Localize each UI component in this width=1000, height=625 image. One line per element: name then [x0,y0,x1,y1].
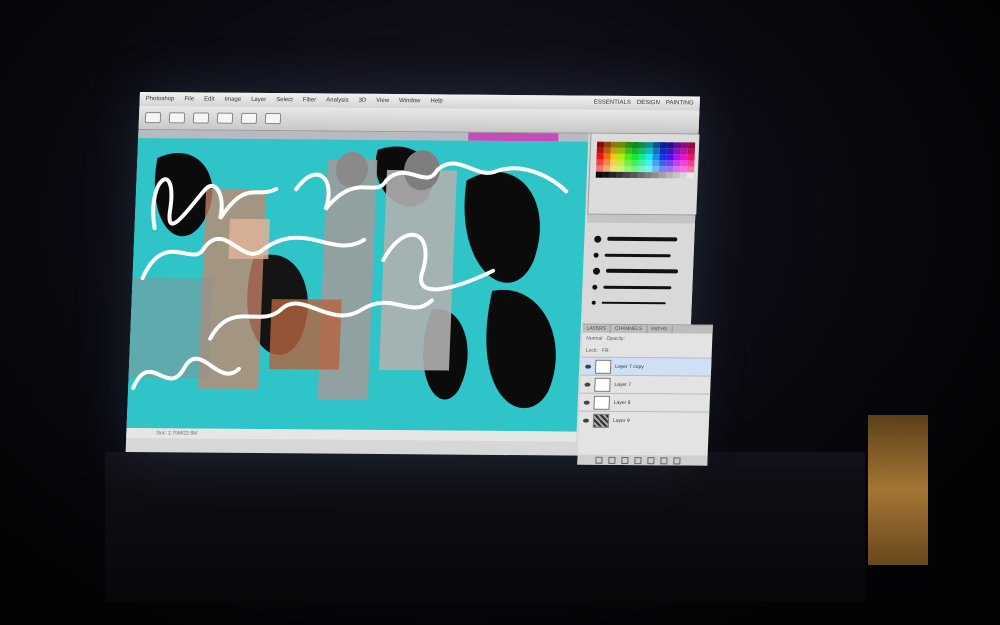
black-blob [486,289,556,409]
menu-view[interactable]: View [376,98,389,104]
document-canvas[interactable] [126,138,589,432]
layer-name: Layer 9 [612,417,630,424]
airbrush-toggle[interactable] [264,113,282,125]
layer-thumbnail [593,395,611,410]
eye-icon[interactable] [583,400,590,405]
adjustment-icon[interactable] [634,456,642,464]
opacity-label: Opacity: [606,335,626,342]
menu-layer[interactable]: Layer [251,97,266,103]
layer-row[interactable]: Layer 8 [579,392,711,412]
tab-layers[interactable]: LAYERS [582,324,612,333]
eye-icon[interactable] [584,382,591,387]
layer-name: Layer 7 copy [615,363,644,370]
workspace-design[interactable]: DESIGN [637,100,660,106]
brush-preset-item[interactable] [592,283,672,292]
brush-preset-item[interactable] [591,299,666,308]
doc-size-text: Doc: 2.75M/22.8M [156,430,198,437]
tool-preset-button[interactable] [144,112,162,124]
trash-icon[interactable] [673,456,681,464]
menu-app-name[interactable]: Photoshop [146,96,175,102]
layer-thumbnail [594,377,611,392]
brush-picker-button[interactable] [168,112,186,124]
menu-image[interactable]: Image [224,97,241,103]
brush-presets-title [586,214,696,224]
link-icon[interactable] [595,456,603,464]
collage-fragment [128,278,213,379]
brush-preset-item[interactable] [592,267,679,276]
menu-select[interactable]: Select [276,97,293,103]
blend-mode-select[interactable]: Normal [586,336,602,342]
layer-row[interactable]: Layer 7 copy [580,356,712,376]
photoshop-window: Photoshop File Edit Image Layer Select F… [125,92,713,466]
side-light-glow [868,415,928,565]
mask-icon[interactable] [621,456,629,464]
menu-filter[interactable]: Filter [303,97,317,103]
menu-edit[interactable]: Edit [204,97,215,103]
workspace-painting[interactable]: PAINTING [666,100,694,106]
mode-dropdown[interactable] [192,112,210,124]
screen-lower-shadow [105,452,865,602]
layer-row[interactable]: Layer 7 [580,374,711,394]
opacity-field[interactable] [216,112,234,124]
layers-footer [577,454,708,466]
tab-paths[interactable]: PATHS [647,325,673,334]
brush-presets-panel [582,213,696,326]
layer-name: Layer 8 [613,399,631,406]
swatches-panel [587,133,700,215]
layer-thumbnail [594,359,612,374]
folder-icon[interactable] [647,456,655,464]
new-layer-icon[interactable] [660,456,668,464]
menu-file[interactable]: File [184,96,194,102]
menu-3d[interactable]: 3D [358,98,366,104]
workspace-switcher: ESSENTIALS DESIGN PAINTING [594,100,700,107]
layer-name: Layer 7 [614,381,632,388]
standing-figure [378,169,457,371]
black-blob [464,171,540,283]
tab-channels[interactable]: CHANNELS [610,324,648,334]
fill-label: Fill: [601,347,610,354]
blend-controls: Normal Opacity: [582,333,712,346]
swatch-grid [595,141,696,179]
artwork [128,146,569,409]
flow-field[interactable] [240,112,258,124]
lock-controls: Lock: Fill: [582,345,712,358]
eye-icon[interactable] [585,364,592,369]
brush-preset-item[interactable] [593,251,671,260]
brush-preset-item[interactable] [594,235,678,244]
layers-panel: LAYERS CHANNELS PATHS Normal Opacity: Lo… [577,323,713,466]
eye-icon[interactable] [582,418,590,423]
menu-window[interactable]: Window [399,98,421,104]
layer-thumbnail [592,413,610,428]
menu-help[interactable]: Help [430,98,443,104]
fx-icon[interactable] [608,456,616,464]
workspace-essentials[interactable]: ESSENTIALS [594,100,631,106]
color-swatch[interactable] [686,172,694,179]
menu-analysis[interactable]: Analysis [326,97,349,103]
layer-row[interactable]: Layer 9 [578,410,710,430]
lock-label: Lock: [585,347,598,354]
